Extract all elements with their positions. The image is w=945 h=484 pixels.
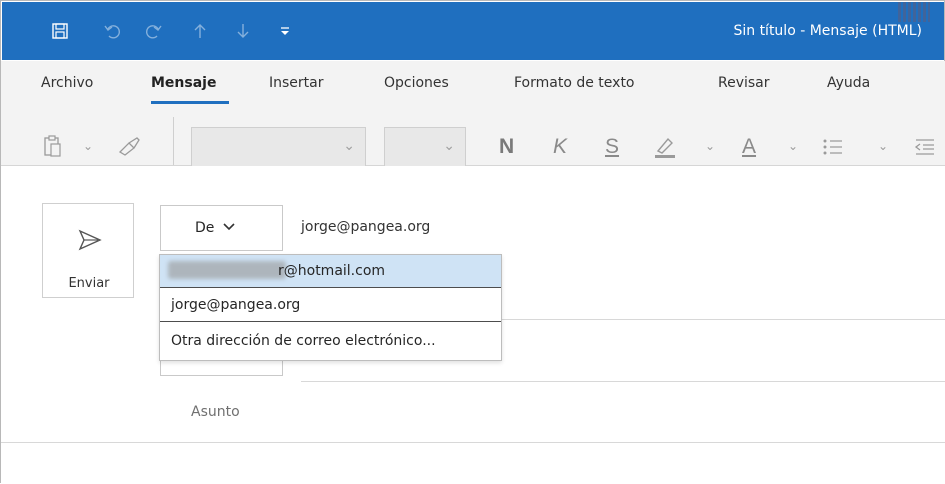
- format-painter-icon[interactable]: [113, 131, 145, 161]
- underline-button[interactable]: S: [605, 127, 619, 167]
- paste-chevron-down-icon[interactable]: ⌄: [83, 139, 93, 153]
- subject-field-line: [1, 442, 945, 443]
- highlight-icon[interactable]: [649, 129, 681, 165]
- undo-icon[interactable]: [94, 2, 130, 60]
- tab-archivo[interactable]: Archivo: [41, 75, 93, 91]
- tab-ayuda[interactable]: Ayuda: [827, 75, 870, 91]
- paste-icon[interactable]: [37, 129, 67, 163]
- font-family-select[interactable]: ⌄: [191, 127, 366, 167]
- dropdown-item-pangea[interactable]: jorge@pangea.org: [160, 289, 501, 322]
- tab-insertar[interactable]: Insertar: [269, 75, 324, 91]
- ribbon-tabs: Archivo Mensaje Insertar Opciones Format…: [1, 61, 945, 107]
- up-arrow-icon[interactable]: [182, 2, 218, 60]
- from-button[interactable]: De: [160, 205, 283, 251]
- bullets-chevron-down-icon[interactable]: ⌄: [878, 139, 888, 153]
- font-size-select[interactable]: ⌄: [384, 127, 466, 167]
- send-label: Enviar: [68, 276, 110, 291]
- ribbon-toolbar: ⌄ ⌄ ⌄ N K S ⌄ A ⌄ ⌄: [1, 107, 945, 167]
- down-arrow-icon[interactable]: [225, 2, 261, 60]
- dropdown-item-other-address[interactable]: Otra dirección de correo electrónico...: [160, 325, 501, 358]
- highlight-chevron-down-icon[interactable]: ⌄: [705, 139, 715, 153]
- send-icon: [78, 229, 102, 251]
- tab-formato-de-texto[interactable]: Formato de texto: [514, 75, 635, 91]
- chevron-down-icon: ⌄: [343, 138, 355, 154]
- font-color-button[interactable]: A: [742, 127, 756, 167]
- from-label: De: [195, 220, 215, 236]
- window-title: Sin título - Mensaje (HTML): [733, 23, 922, 39]
- chevron-down-icon: [223, 223, 235, 231]
- toolbar-divider: [173, 117, 174, 165]
- dropdown-item-label: jorge@pangea.org: [171, 297, 301, 313]
- message-window: Sin título - Mensaje (HTML) Archivo Mens…: [0, 0, 945, 484]
- active-tab-indicator: [151, 101, 229, 104]
- send-button[interactable]: Enviar: [42, 203, 134, 298]
- bullets-icon[interactable]: [818, 129, 848, 165]
- font-color-chevron-down-icon[interactable]: ⌄: [788, 139, 798, 153]
- chevron-down-icon: ⌄: [443, 138, 455, 154]
- cc-field-line: [301, 381, 945, 382]
- customize-icon[interactable]: [270, 2, 300, 60]
- from-dropdown-menu: r@hotmail.com jorge@pangea.org Otra dire…: [159, 254, 502, 361]
- dropdown-item-label: Otra dirección de correo electrónico...: [171, 333, 436, 349]
- tab-revisar[interactable]: Revisar: [718, 75, 770, 91]
- redo-icon[interactable]: [136, 2, 172, 60]
- dropdown-item-label: r@hotmail.com: [278, 263, 386, 279]
- subject-field[interactable]: Asunto: [191, 404, 240, 420]
- from-address: jorge@pangea.org: [301, 219, 431, 235]
- tab-opciones[interactable]: Opciones: [384, 75, 449, 91]
- decrease-indent-icon[interactable]: [911, 129, 939, 165]
- title-bar: Sin título - Mensaje (HTML): [2, 2, 944, 60]
- tab-mensaje[interactable]: Mensaje: [151, 75, 216, 91]
- dropdown-item-hotmail[interactable]: r@hotmail.com: [160, 255, 501, 288]
- italic-button[interactable]: K: [553, 127, 567, 167]
- redacted-text: [168, 261, 286, 279]
- bold-button[interactable]: N: [499, 127, 514, 167]
- save-icon[interactable]: [42, 2, 78, 60]
